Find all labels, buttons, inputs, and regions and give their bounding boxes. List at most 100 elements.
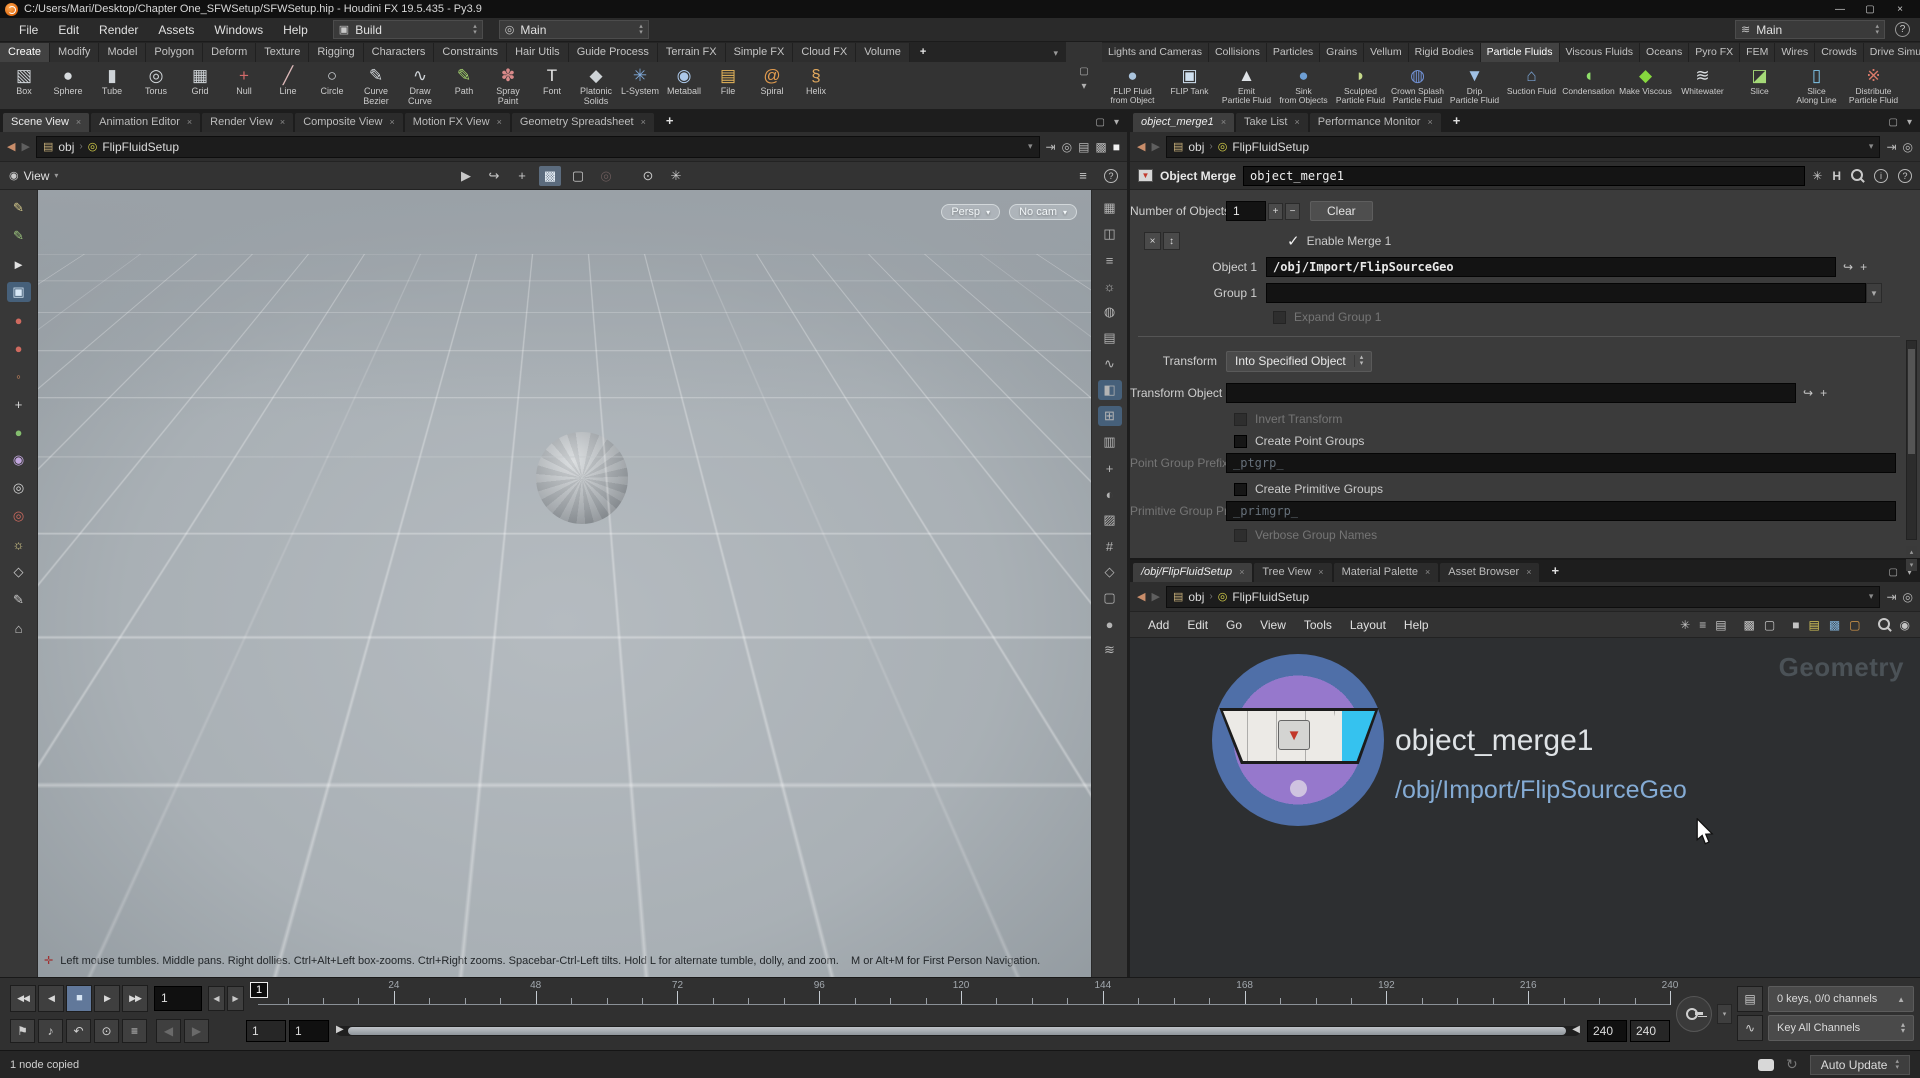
go-to-start-button[interactable]: ◀◀ xyxy=(10,985,36,1012)
message-log-icon[interactable] xyxy=(1758,1059,1774,1071)
shelf-tool[interactable]: ⌂ Suction Fluid xyxy=(1503,63,1560,109)
transform-dropdown[interactable]: Into Specified Object ▴▾ xyxy=(1226,351,1372,372)
path-field[interactable]: ▤ obj › ◎ FlipFluidSetup ▾ xyxy=(36,136,1040,158)
primitive-group-prefix-field[interactable]: _primgrp_ xyxy=(1226,501,1896,521)
menu-item[interactable]: Edit xyxy=(49,21,88,39)
view-mode-dropdown[interactable]: ◉ View ▾ xyxy=(9,169,58,183)
annotate-tool-icon[interactable]: ✎ xyxy=(7,590,31,610)
back-icon[interactable]: ◀ xyxy=(7,140,15,153)
transform-object-field[interactable] xyxy=(1226,383,1796,403)
shelf-tab[interactable]: Modify xyxy=(50,43,99,62)
close-tab-icon[interactable]: × xyxy=(1294,117,1299,127)
display-ghost-icon[interactable]: ◧ xyxy=(1098,380,1122,400)
radial-menu-icon[interactable]: ◎ xyxy=(1903,590,1913,604)
character-tool-icon[interactable]: ◉ xyxy=(7,450,31,470)
close-tab-icon[interactable]: × xyxy=(1318,567,1323,577)
remove-instance-button[interactable]: × xyxy=(1144,232,1161,250)
pane-tab[interactable]: Material Palette × xyxy=(1334,563,1439,582)
shelf-tool[interactable]: ● Sphere xyxy=(46,63,90,109)
pane-tab[interactable]: /obj/FlipFluidSetup × xyxy=(1133,563,1252,582)
shelf-tab[interactable]: Grains xyxy=(1320,43,1364,62)
display-box-icon[interactable]: ▢ xyxy=(1098,588,1122,608)
set-key-button[interactable] xyxy=(1676,996,1712,1032)
display-texture-icon[interactable]: ▨ xyxy=(1098,510,1122,530)
display-options-icon[interactable]: ≡ xyxy=(1098,250,1122,270)
shelf-tool[interactable]: ✳ L-System xyxy=(618,63,662,109)
pane-tab[interactable]: Performance Monitor × xyxy=(1310,113,1441,132)
realtime-toggle-icon[interactable]: ↶ xyxy=(66,1019,91,1043)
shelf-tab[interactable]: Characters xyxy=(364,43,435,62)
path-dropdown-icon[interactable]: ▾ xyxy=(1869,141,1874,152)
display-grid-icon[interactable]: ⊞ xyxy=(1098,406,1122,426)
pane-tab[interactable]: Asset Browser × xyxy=(1440,563,1539,582)
auto-key-icon[interactable]: ▤ xyxy=(1737,986,1763,1012)
gear-icon[interactable]: ✳ xyxy=(1812,169,1822,183)
invert-transform-checkbox[interactable] xyxy=(1234,413,1247,426)
shelf-tab[interactable]: Vellum xyxy=(1364,43,1409,62)
select-node-icon[interactable]: + xyxy=(1860,260,1867,274)
keys-info-button[interactable]: 0 keys, 0/0 channels ▲ xyxy=(1768,986,1914,1012)
shelf-tab[interactable]: Lights and Cameras xyxy=(1102,43,1209,62)
shelf-tab[interactable]: Particle Fluids xyxy=(1481,43,1560,62)
range-start-handle[interactable]: ▶ xyxy=(336,1024,344,1035)
sphere-geometry[interactable] xyxy=(536,432,628,524)
decr[interactable]: − xyxy=(1285,203,1300,220)
edge-select-icon[interactable]: ● xyxy=(7,338,31,358)
shelf-tab[interactable]: Hair Utils xyxy=(507,43,569,62)
viewport-3d[interactable]: ✎✎►▣●●◦+●◉◎◎☼◇✎⌂ ▦◫≡☼◍▤∿◧⊞▥+◐▨#◇▢●≋ Pers… xyxy=(0,190,1127,977)
expand-group-checkbox[interactable] xyxy=(1273,311,1286,324)
shelf-tool[interactable]: + Null xyxy=(222,63,266,109)
shelf-tab[interactable]: Guide Process xyxy=(569,43,658,62)
menu-item[interactable]: Windows xyxy=(205,21,272,39)
search-icon[interactable] xyxy=(1878,618,1891,631)
playback-range-start-field[interactable] xyxy=(289,1020,329,1042)
shelf-tool[interactable]: ▲ Emit Particle Fluid xyxy=(1218,63,1275,109)
display-add-icon[interactable]: + xyxy=(1098,458,1122,478)
radial-menu-icon[interactable]: ◎ xyxy=(1062,140,1072,154)
auto-update-dropdown[interactable]: Auto Update ▴▾ xyxy=(1810,1055,1910,1075)
step-forward-button[interactable]: ▶ xyxy=(227,986,244,1011)
pane-menu-icon[interactable]: ▾ xyxy=(1907,117,1912,128)
breadcrumb-root[interactable]: obj xyxy=(1188,140,1204,154)
close-tab-icon[interactable]: × xyxy=(1526,567,1531,577)
shelf-tool[interactable]: ✎ Curve Bezier xyxy=(354,63,398,109)
pane-tab[interactable]: Composite View × xyxy=(295,113,403,132)
torus-tool-icon[interactable]: ◎ xyxy=(7,506,31,526)
pane-tab[interactable]: Geometry Spreadsheet × xyxy=(512,113,654,132)
refresh-icon[interactable]: ↻ xyxy=(1786,1056,1798,1073)
shelf-tool[interactable]: ○ Circle xyxy=(310,63,354,109)
shelf-tab[interactable]: Rigging xyxy=(309,43,363,62)
pin-icon[interactable]: ⇥ xyxy=(1046,140,1056,154)
menu-item[interactable]: View xyxy=(1252,616,1294,634)
pane-tab[interactable]: Render View × xyxy=(202,113,293,132)
shelf-tool[interactable]: ※ Distribute Particle Fluid xyxy=(1845,63,1902,109)
display-wireframe-icon[interactable]: ∿ xyxy=(1098,354,1122,374)
back-icon[interactable]: ◀ xyxy=(1137,140,1145,153)
move-tool-icon[interactable]: + xyxy=(7,394,31,414)
shelf-tab[interactable]: Create xyxy=(0,43,50,62)
current-frame-field[interactable] xyxy=(154,986,202,1011)
audio-icon[interactable]: ♪ xyxy=(38,1019,63,1043)
select-arrow-icon[interactable]: ► xyxy=(7,254,31,274)
close-tab-icon[interactable]: × xyxy=(280,117,285,127)
shelf-tab[interactable]: Polygon xyxy=(146,43,203,62)
breadcrumb-node[interactable]: FlipFluidSetup xyxy=(1232,140,1309,154)
playhead[interactable]: 1 xyxy=(250,982,268,998)
close-tab-icon[interactable]: × xyxy=(1427,117,1432,127)
create-primitive-groups-checkbox[interactable] xyxy=(1234,483,1247,496)
close-tab-icon[interactable]: × xyxy=(76,117,81,127)
select-node-icon[interactable]: + xyxy=(1820,386,1827,400)
shelf-tool[interactable]: ◍ Crown Splash Particle Fluid xyxy=(1389,63,1446,109)
viewport-help-icon[interactable]: ? xyxy=(1104,169,1118,183)
close-tab-icon[interactable]: × xyxy=(497,117,502,127)
pane-tab[interactable]: object_merge1 × xyxy=(1133,113,1234,132)
list-icon[interactable]: ▤ xyxy=(1715,618,1726,632)
close-button[interactable]: × xyxy=(1885,4,1915,15)
sculpt-brush-icon[interactable]: ✎ xyxy=(7,226,31,246)
number-of-objects-field[interactable] xyxy=(1226,201,1266,221)
snapshot-icon[interactable]: ▤ xyxy=(1078,140,1089,154)
pane-tab[interactable]: Motion FX View × xyxy=(405,113,510,132)
tree-icon[interactable]: ≡ xyxy=(1699,618,1706,632)
menu-item[interactable]: Edit xyxy=(1179,616,1216,634)
secure-selection-lock-icon[interactable]: ▣ xyxy=(7,282,31,302)
